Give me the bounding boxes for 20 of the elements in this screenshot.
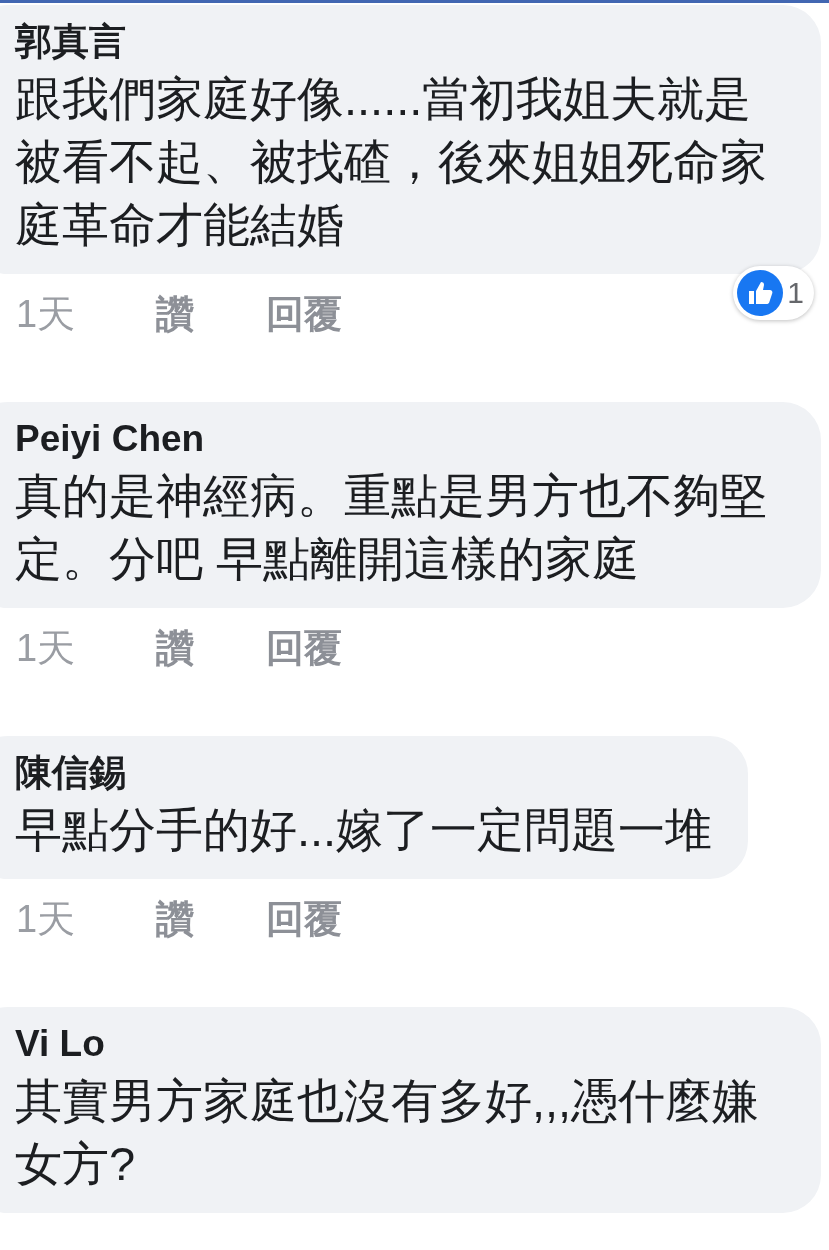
comment-text: 真的是神經病。重點是男方也不夠堅定。分吧 早點離開這樣的家庭 (15, 468, 768, 587)
like-button[interactable]: 讚 (156, 288, 194, 340)
comment-text: 其實男方家庭也沒有多好,,,憑什麼嫌女方? (15, 1073, 761, 1192)
comment-time: 1天 (16, 291, 77, 337)
comment-text: 跟我們家庭好像......當初我姐夫就是被看不起、被找碴，後來姐姐死命家庭革命才能結婚 (15, 71, 768, 253)
comment-text: 早點分手的好...嫁了一定問題一堆 (15, 802, 713, 858)
reply-button[interactable]: 回覆 (266, 622, 342, 674)
comment-time: 1天 (16, 896, 77, 942)
reply-button[interactable]: 回覆 (266, 893, 342, 945)
comment-time: 1天 (16, 625, 77, 671)
comment-author[interactable]: 陳信錫 (15, 748, 713, 798)
comment-author[interactable]: 郭真言 (15, 17, 785, 67)
like-button[interactable]: 讚 (156, 893, 194, 945)
comment-author[interactable]: Vi Lo (15, 1019, 785, 1069)
reaction-badge[interactable]: 1 (733, 266, 814, 320)
reaction-count: 1 (787, 276, 804, 310)
like-button[interactable]: 讚 (156, 622, 194, 674)
reply-button[interactable]: 回覆 (266, 288, 342, 340)
like-icon (737, 270, 784, 316)
comment-author[interactable]: Peiyi Chen (15, 414, 785, 464)
